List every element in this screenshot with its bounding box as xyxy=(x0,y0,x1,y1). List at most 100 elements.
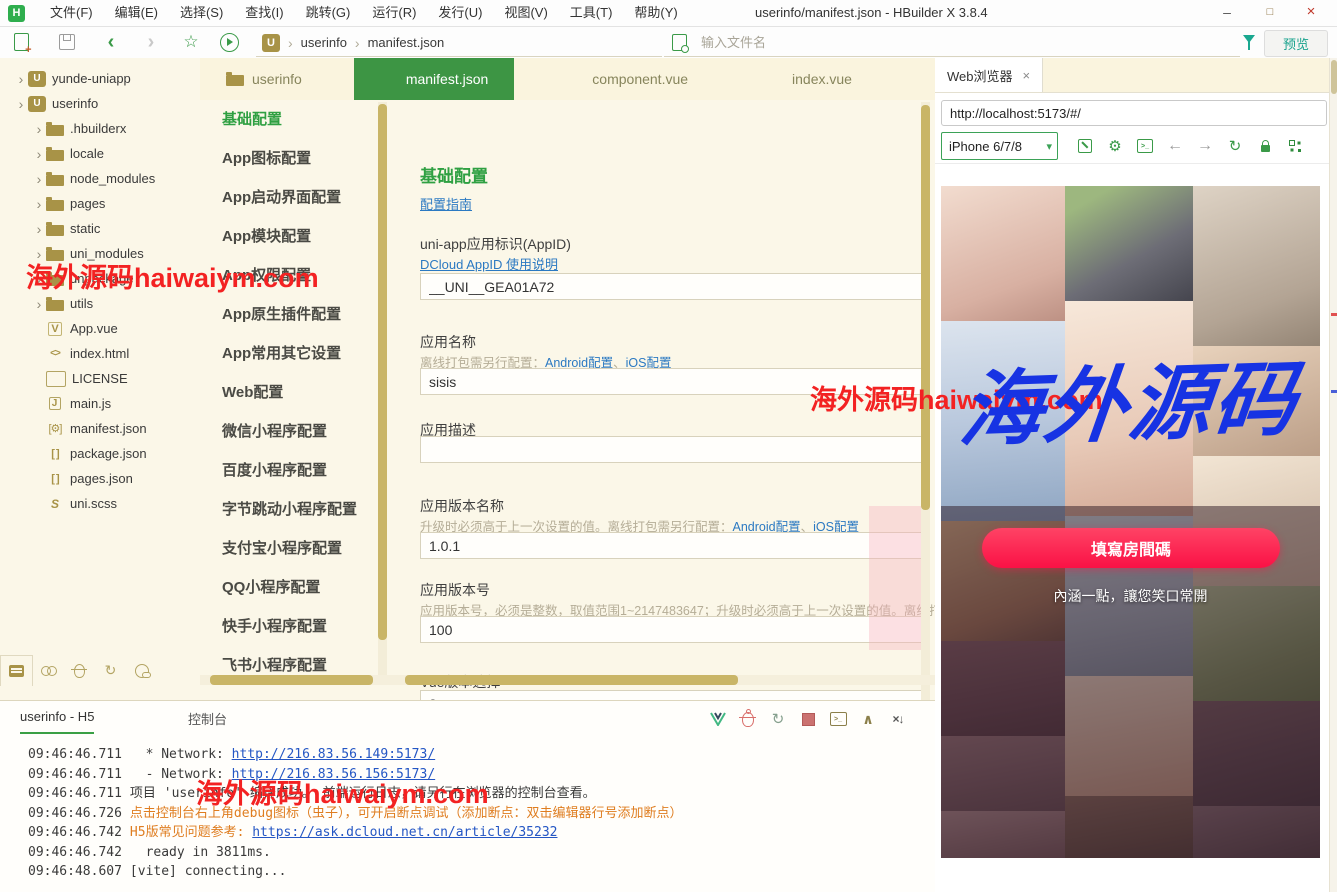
refresh-button[interactable]: ↻ xyxy=(1220,133,1250,159)
scrollbar-thumb[interactable] xyxy=(210,675,373,685)
tree-item[interactable]: uni.scss xyxy=(0,491,200,516)
editor-tab[interactable]: index.vue xyxy=(740,58,878,100)
log-link[interactable]: http://216.83.56.149:5173/ xyxy=(232,747,436,762)
menu-item[interactable]: 帮助(Y) xyxy=(623,0,688,26)
bookmark-button[interactable]: ☆ xyxy=(180,31,202,53)
qr-code-button[interactable] xyxy=(1280,133,1310,159)
scrollbar-thumb[interactable] xyxy=(405,675,738,685)
dcloud-appid-doc-link[interactable]: DCloud AppID 使用说明 xyxy=(420,257,558,272)
device-select[interactable]: iPhone 6/7/8 ▾ xyxy=(941,132,1058,160)
menu-item[interactable]: 查找(I) xyxy=(234,0,294,26)
editor-tab[interactable]: main.js xyxy=(904,58,936,100)
url-input[interactable] xyxy=(941,100,1327,126)
run-button[interactable] xyxy=(218,31,240,53)
enter-room-code-button[interactable]: 填寫房間碼 xyxy=(982,528,1280,568)
appid-input[interactable] xyxy=(420,273,930,300)
breadcrumb-file[interactable]: manifest.json xyxy=(368,35,445,50)
editor-tab[interactable]: userinfo xyxy=(200,58,328,100)
config-nav-item[interactable]: 微信小程序配置 xyxy=(210,412,378,451)
collapse-panel-button[interactable]: ∧ xyxy=(853,708,883,730)
close-icon[interactable]: × xyxy=(1023,68,1031,83)
menu-item[interactable]: 文件(F) xyxy=(39,0,104,26)
navigate-forward-button[interactable]: › xyxy=(140,31,162,53)
console-button[interactable]: >_ xyxy=(1130,133,1160,159)
config-nav-item[interactable]: App模块配置 xyxy=(210,217,378,256)
filter-icon[interactable] xyxy=(1243,35,1255,43)
tree-item[interactable]: › locale xyxy=(0,141,200,166)
menu-item[interactable]: 跳转(G) xyxy=(295,0,362,26)
editor-tab[interactable]: manifest.json xyxy=(354,58,514,100)
debug-button[interactable] xyxy=(733,708,763,730)
lock-button[interactable] xyxy=(1250,133,1280,159)
save-button[interactable] xyxy=(56,31,78,53)
menu-item[interactable]: 编辑(E) xyxy=(104,0,169,26)
tree-item[interactable]: pages.json xyxy=(0,466,200,491)
tree-item[interactable]: › pages xyxy=(0,191,200,216)
menu-item[interactable]: 选择(S) xyxy=(169,0,234,26)
new-terminal-button[interactable]: >_ xyxy=(823,708,853,730)
config-nav-item[interactable]: App启动界面配置 xyxy=(210,178,378,217)
vue-devtools-button[interactable] xyxy=(703,708,733,730)
browser-forward-button[interactable]: → xyxy=(1190,133,1220,159)
new-file-button[interactable] xyxy=(10,31,32,53)
tree-item[interactable]: main.js xyxy=(0,391,200,416)
menu-item[interactable]: 发行(U) xyxy=(427,0,493,26)
tree-item[interactable]: › node_modules xyxy=(0,166,200,191)
scrollbar-thumb[interactable] xyxy=(378,104,387,640)
log-link[interactable]: https://ask.dcloud.net.cn/article/35232 xyxy=(252,825,557,840)
close-button[interactable]: × xyxy=(1296,0,1326,26)
tree-item[interactable]: manifest.json xyxy=(0,416,200,441)
breadcrumb-project[interactable]: userinfo xyxy=(301,35,347,50)
browser-tab[interactable]: Web浏览器 × xyxy=(935,58,1043,92)
restart-button[interactable]: ↻ xyxy=(763,708,793,730)
config-nav-item[interactable]: App原生插件配置 xyxy=(210,295,378,334)
config-nav-item[interactable]: 支付宝小程序配置 xyxy=(210,529,378,568)
navigate-back-button[interactable]: ‹ xyxy=(100,31,122,53)
config-nav-item[interactable]: Web配置 xyxy=(210,373,378,412)
config-nav-item[interactable]: App图标配置 xyxy=(210,139,378,178)
browser-settings-button[interactable]: ⚙ xyxy=(1100,133,1130,159)
file-search-input[interactable] xyxy=(699,34,1103,51)
config-nav-item[interactable]: 基础配置 xyxy=(210,100,378,139)
app-desc-input[interactable] xyxy=(420,436,930,463)
menu-item[interactable]: 运行(R) xyxy=(361,0,427,26)
tab-run-output[interactable]: userinfo - H5 xyxy=(20,709,94,734)
menu-item[interactable]: 工具(T) xyxy=(559,0,624,26)
tab-remote[interactable] xyxy=(126,656,157,686)
tree-item[interactable]: › yunde-uniapp xyxy=(0,66,200,91)
config-guide-link[interactable]: 配置指南 xyxy=(420,197,472,212)
tab-search[interactable] xyxy=(33,656,64,686)
tab-console[interactable]: 控制台 xyxy=(188,709,227,728)
stop-button[interactable] xyxy=(793,708,823,730)
version-name-input[interactable] xyxy=(420,532,930,559)
tab-refresh[interactable]: ↻ xyxy=(95,656,126,686)
config-nav-item[interactable]: 快手小程序配置 xyxy=(210,607,378,646)
minimize-button[interactable]: – xyxy=(1212,0,1242,26)
tab-explorer[interactable] xyxy=(0,655,33,686)
tree-item[interactable]: package.json xyxy=(0,441,200,466)
config-nav-item[interactable]: App常用其它设置 xyxy=(210,334,378,373)
config-nav-item[interactable]: 字节跳动小程序配置 xyxy=(210,490,378,529)
tree-item[interactable]: index.html xyxy=(0,341,200,366)
editor-tab-label: userinfo xyxy=(252,71,302,87)
tab-debug[interactable] xyxy=(64,656,95,686)
preview-button[interactable]: 预览 xyxy=(1264,30,1328,57)
browser-back-button[interactable]: ← xyxy=(1160,133,1190,159)
version-code-input[interactable] xyxy=(420,616,930,643)
config-nav-item[interactable]: QQ小程序配置 xyxy=(210,568,378,607)
scrollbar-thumb[interactable] xyxy=(921,105,930,510)
scrollbar-thumb[interactable] xyxy=(1331,60,1337,94)
menu-item[interactable]: 视图(V) xyxy=(493,0,558,26)
tree-item[interactable]: › .hbuilderx xyxy=(0,116,200,141)
tree-item[interactable]: › userinfo xyxy=(0,91,200,116)
tree-item[interactable]: App.vue xyxy=(0,316,200,341)
tree-item[interactable]: LICENSE xyxy=(0,366,200,391)
config-nav-item[interactable]: 百度小程序配置 xyxy=(210,451,378,490)
sidebar-view-tabs: ↻ xyxy=(0,655,200,686)
open-external-button[interactable] xyxy=(1070,133,1100,159)
clear-log-button[interactable]: ×↓ xyxy=(883,708,913,730)
tree-item[interactable]: › static xyxy=(0,216,200,241)
editor-tab[interactable]: component.vue xyxy=(540,58,714,100)
maximize-button[interactable]: □ xyxy=(1255,0,1285,26)
vue-version-select[interactable] xyxy=(420,690,930,700)
